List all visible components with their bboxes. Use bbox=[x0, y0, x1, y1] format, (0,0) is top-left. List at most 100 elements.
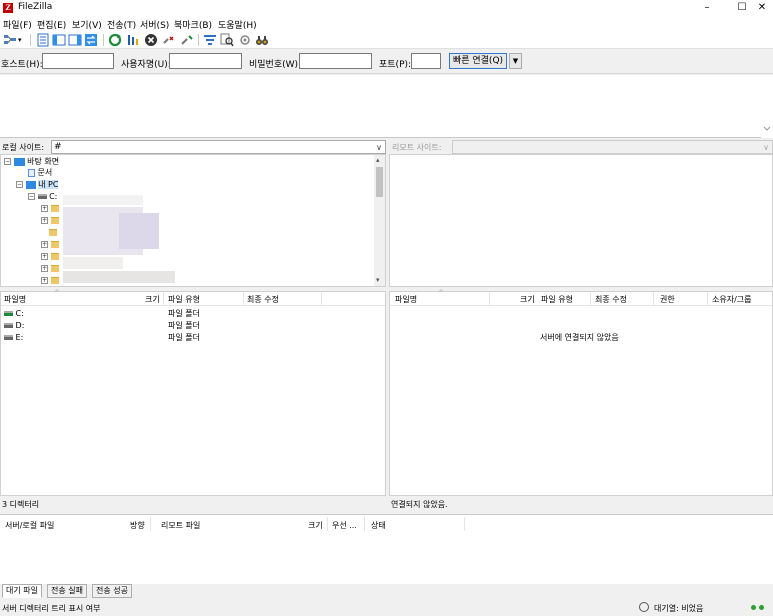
column-divider[interactable] bbox=[150, 517, 151, 531]
menu-view[interactable]: 보기(V) bbox=[72, 18, 102, 31]
column-divider[interactable] bbox=[321, 292, 322, 306]
sync-browsing-icon[interactable] bbox=[238, 33, 252, 47]
collapse-icon[interactable]: − bbox=[16, 181, 23, 188]
tree-item-documents[interactable]: 문서 bbox=[28, 167, 52, 179]
column-filetype[interactable]: 파일 유형 bbox=[541, 294, 573, 305]
site-manager-icon[interactable] bbox=[3, 33, 17, 47]
host-input[interactable] bbox=[42, 53, 114, 69]
password-input[interactable] bbox=[299, 53, 372, 69]
expand-icon[interactable]: + bbox=[41, 217, 48, 224]
message-log[interactable] bbox=[0, 75, 773, 138]
tree-item-folder[interactable]: + bbox=[41, 215, 59, 227]
folder-icon bbox=[50, 217, 59, 224]
search-files-icon[interactable] bbox=[255, 33, 269, 47]
port-input[interactable] bbox=[411, 53, 441, 69]
column-size[interactable]: 크기 bbox=[520, 294, 535, 305]
tree-scrollbar[interactable]: ▴ ▾ bbox=[374, 155, 385, 286]
column-divider[interactable] bbox=[489, 292, 490, 306]
tree-item-mypc[interactable]: − 내 PC bbox=[16, 179, 59, 191]
username-input[interactable] bbox=[169, 53, 242, 69]
expand-icon[interactable]: + bbox=[41, 205, 48, 212]
expand-icon[interactable]: + bbox=[41, 253, 48, 260]
tree-item-folder[interactable] bbox=[49, 227, 57, 239]
column-owner-group[interactable]: 소유자/그룹 bbox=[712, 294, 752, 305]
queue-column-status[interactable]: 상태 bbox=[371, 520, 386, 531]
column-divider[interactable] bbox=[707, 292, 708, 306]
file-row[interactable]: E: bbox=[4, 332, 23, 344]
column-divider[interactable] bbox=[163, 292, 164, 306]
column-filename[interactable]: 파일명 bbox=[395, 294, 417, 305]
tree-item-folder[interactable]: + bbox=[41, 203, 59, 215]
quickconnect-dropdown-icon[interactable]: ▼ bbox=[509, 53, 522, 69]
column-size[interactable]: 크기 bbox=[145, 294, 160, 305]
close-button[interactable]: ✕ bbox=[748, 0, 773, 16]
column-divider[interactable] bbox=[364, 517, 365, 531]
collapse-icon[interactable]: − bbox=[4, 158, 11, 165]
column-modified[interactable]: 최종 수정 bbox=[247, 294, 279, 305]
window-title: FileZilla bbox=[18, 2, 53, 12]
tab-failed-transfers[interactable]: 전송 실패 bbox=[47, 584, 87, 598]
local-list-header: 파일명 ^ 크기 파일 유형 최종 수정 bbox=[1, 289, 385, 306]
column-permissions[interactable]: 권한 bbox=[660, 294, 675, 305]
menu-file[interactable]: 파일(F) bbox=[3, 18, 32, 31]
tree-scrollbar-thumb[interactable] bbox=[376, 167, 383, 197]
tab-queued-files[interactable]: 대기 파일 bbox=[2, 584, 42, 598]
queue-column-local-file[interactable]: 서버/로컬 파일 bbox=[5, 520, 54, 531]
remote-file-list[interactable]: 파일명 ^ 크기 파일 유형 최종 수정 권한 소유자/그룹 서버에 연결되지 … bbox=[389, 289, 773, 496]
message-log-scrollbar[interactable] bbox=[761, 75, 773, 138]
tree-item-folder[interactable]: + bbox=[41, 263, 59, 275]
queue-column-direction[interactable]: 방향 bbox=[130, 520, 145, 531]
remote-site-path-input[interactable]: ∨ bbox=[452, 140, 773, 154]
queue-column-remote-file[interactable]: 리모트 파일 bbox=[161, 520, 200, 531]
menu-help[interactable]: 도움말(H) bbox=[218, 18, 257, 31]
file-row[interactable]: C: bbox=[4, 308, 24, 320]
disconnect-icon[interactable] bbox=[162, 33, 176, 47]
menu-edit[interactable]: 편집(E) bbox=[37, 18, 66, 31]
remote-directory-tree[interactable] bbox=[389, 154, 773, 287]
chevron-down-icon[interactable]: ∨ bbox=[376, 142, 382, 154]
toggle-remote-tree-icon[interactable] bbox=[68, 33, 82, 47]
queue-column-priority[interactable]: 우선 ... bbox=[332, 520, 357, 531]
compare-directories-icon[interactable] bbox=[220, 33, 234, 47]
column-divider[interactable] bbox=[653, 292, 654, 306]
chevron-down-icon[interactable]: ∨ bbox=[763, 142, 769, 154]
menu-server[interactable]: 서버(S) bbox=[140, 18, 169, 31]
menu-bookmarks[interactable]: 북마크(B) bbox=[174, 18, 212, 31]
site-manager-dropdown-icon[interactable]: ▾ bbox=[18, 33, 26, 47]
local-directory-tree[interactable]: − 바탕 화면 문서 − 내 PC − C: + + + + + + ▴ ▾ bbox=[0, 154, 386, 287]
process-queue-icon[interactable] bbox=[126, 33, 140, 47]
directory-filter-icon[interactable] bbox=[203, 33, 217, 47]
column-modified[interactable]: 최종 수정 bbox=[595, 294, 627, 305]
expand-icon[interactable]: + bbox=[41, 265, 48, 272]
tree-item-folder[interactable]: + bbox=[41, 251, 59, 263]
cancel-operation-icon[interactable] bbox=[144, 33, 158, 47]
local-site-path-input[interactable]: # ∨ bbox=[51, 140, 386, 154]
refresh-icon[interactable] bbox=[108, 33, 122, 47]
queue-column-size[interactable]: 크기 bbox=[308, 520, 323, 531]
tree-item-drive-c[interactable]: − C: bbox=[28, 191, 57, 203]
expand-icon[interactable]: + bbox=[41, 277, 48, 284]
collapse-icon[interactable]: − bbox=[28, 193, 35, 200]
scroll-down-icon[interactable]: ▾ bbox=[376, 276, 380, 284]
column-divider[interactable] bbox=[464, 517, 465, 531]
menu-transfer[interactable]: 전송(T) bbox=[107, 18, 136, 31]
transfer-queue[interactable]: 서버/로컬 파일 방향 리모트 파일 크기 우선 ... 상태 bbox=[0, 514, 773, 584]
quickconnect-button[interactable]: 빠른 연결(Q) bbox=[449, 53, 507, 69]
column-divider[interactable] bbox=[327, 517, 328, 531]
column-filename[interactable]: 파일명 bbox=[4, 294, 26, 305]
reconnect-icon[interactable] bbox=[180, 33, 194, 47]
tree-item-folder[interactable]: + bbox=[41, 239, 59, 251]
column-divider[interactable] bbox=[243, 292, 244, 306]
file-row[interactable]: D: bbox=[4, 320, 24, 332]
column-divider[interactable] bbox=[590, 292, 591, 306]
tree-item-folder[interactable]: + bbox=[41, 275, 59, 286]
expand-icon[interactable]: + bbox=[41, 241, 48, 248]
toggle-message-log-icon[interactable] bbox=[36, 33, 50, 47]
toggle-transfer-queue-icon[interactable] bbox=[84, 33, 98, 47]
local-file-list[interactable]: 파일명 ^ 크기 파일 유형 최종 수정 C: 파일 폴더 D: 파일 폴더 E… bbox=[0, 289, 386, 496]
scroll-up-icon[interactable]: ▴ bbox=[376, 156, 380, 164]
toggle-local-tree-icon[interactable] bbox=[52, 33, 66, 47]
tab-successful-transfers[interactable]: 전송 성공 bbox=[92, 584, 132, 598]
column-filetype[interactable]: 파일 유형 bbox=[168, 294, 200, 305]
minimize-button[interactable]: – bbox=[693, 0, 721, 16]
